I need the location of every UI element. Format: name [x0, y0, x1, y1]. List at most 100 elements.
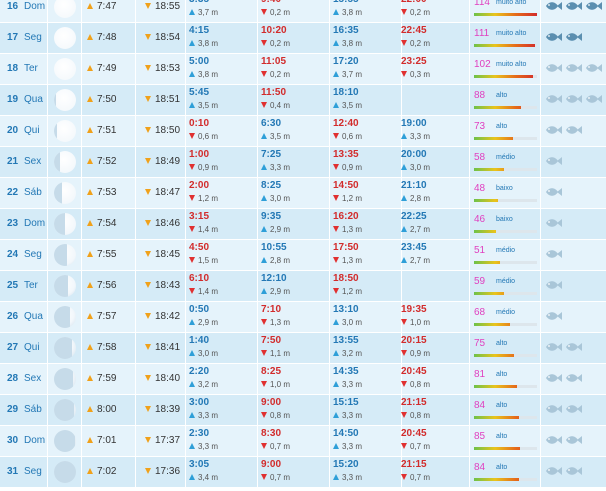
- sunrise-time: 7:02: [97, 466, 117, 477]
- high-tide-arrow-icon: [333, 474, 339, 480]
- day-row[interactable]: 18 Ter 7:49 18:53 5:00 3,8 m 11:05 0,2 m 17:20 3,…: [0, 54, 606, 84]
- tide-height-value: 1,2 m: [342, 194, 363, 203]
- day-row[interactable]: 19 Qua 7:50 18:51 5:45 3,5 m 11:50 0,4 m 18:10 3,…: [0, 85, 606, 115]
- tide-height: 1,1 m: [261, 348, 329, 360]
- coefficient-value: 114: [474, 0, 490, 8]
- tide-height-value: 1,3 m: [342, 256, 363, 265]
- day-row[interactable]: 25 Ter 7:56 18:43 6:10 1,4 m 12:10 2,9 m 18:50 1,…: [0, 271, 606, 301]
- coefficient-bar: [474, 478, 537, 481]
- coefficient-cell: 111 muito alto: [470, 23, 541, 53]
- coefficient-label: muito alto: [496, 30, 527, 37]
- tide-time: 12:10: [261, 273, 287, 284]
- tide-height-value: 3,0 m: [270, 194, 291, 203]
- tide-cell: 16:35 3,8 m: [330, 23, 402, 53]
- sunrise-time: 7:55: [97, 249, 117, 260]
- tide-height: 0,4 m: [261, 100, 329, 112]
- moon-shadow: [54, 306, 70, 328]
- tide-time: 15:20: [333, 459, 359, 470]
- tide-time: 21:10: [401, 180, 427, 191]
- day-row[interactable]: 22 Sáb 7:53 18:47 2:00 1,2 m 8:25 3,0 m 14:50 1,2…: [0, 178, 606, 208]
- tide-height-value: 2,7 m: [410, 225, 431, 234]
- low-tide-arrow-icon: [401, 350, 407, 356]
- fish-icon: [545, 434, 563, 446]
- day-row[interactable]: 20 Qui 7:51 18:50 0:10 0,6 m 6:30 3,5 m 12:40 0,6…: [0, 116, 606, 146]
- tide-cell: 15:553,8 m: [330, 0, 402, 22]
- day-row[interactable]: 28 Sex 7:59 18:40 2:20 3,2 m 8:25 1,0 m 14:35 3,3…: [0, 364, 606, 394]
- tide-height: 3,3 m: [333, 441, 401, 453]
- coefficient-label: alto: [496, 92, 508, 99]
- sunset-cell: 18:53: [136, 54, 186, 84]
- sunset-icon: [145, 251, 151, 257]
- weekday-label: Sáb: [24, 404, 42, 415]
- tide-height-value: 1,3 m: [342, 225, 363, 234]
- sunset-icon: [145, 34, 151, 40]
- low-tide-arrow-icon: [189, 164, 195, 170]
- day-row[interactable]: 17 Seg 7:48 18:54 4:15 3,8 m 10:20 0,2 m 16:35 3,…: [0, 23, 606, 53]
- coefficient-bar-fill: [474, 168, 504, 171]
- fishing-activity-cell: [541, 147, 606, 177]
- sunrise-cell: 7:48: [82, 23, 136, 53]
- tide-time: 12:40: [333, 118, 359, 129]
- day-row[interactable]: 27 Qui 7:58 18:41 1:40 3,0 m 7:50 1,1 m 13:55 3,2…: [0, 333, 606, 363]
- tide-cell: 8:25 1,0 m: [258, 364, 330, 394]
- low-tide-arrow-icon: [261, 71, 267, 77]
- moon-phase-icon: [54, 58, 76, 80]
- coefficient-value: 73: [474, 121, 486, 132]
- day-row[interactable]: 26 Qua 7:57 18:42 0:50 2,9 m 7:10 1,3 m 13:10 3,0…: [0, 302, 606, 332]
- moon-cell: [48, 0, 82, 22]
- fish-icon: [545, 248, 563, 260]
- coefficient-bar: [474, 13, 537, 16]
- tide-time: 23:25: [401, 56, 427, 67]
- coefficient-value: 59: [474, 276, 486, 287]
- sunset-cell: 18:51: [136, 85, 186, 115]
- tide-height-value: 3,7 m: [198, 8, 219, 17]
- fish-icon: [565, 124, 583, 136]
- low-tide-arrow-icon: [401, 71, 407, 77]
- tide-height-value: 1,0 m: [270, 380, 291, 389]
- coefficient-bar-fill: [474, 385, 517, 388]
- fish-icon: [565, 465, 583, 477]
- weekday-label: Dom: [24, 218, 46, 229]
- weekday-label: Sex: [24, 156, 42, 167]
- high-tide-arrow-icon: [189, 381, 195, 387]
- tide-height-value: 2,9 m: [198, 318, 219, 327]
- day-row[interactable]: 21 Sex 7:52 18:49 1:00 0,9 m 7:25 3,3 m 13:35 0,9…: [0, 147, 606, 177]
- high-tide-arrow-icon: [401, 226, 407, 232]
- tide-cell: 9:35 2,9 m: [258, 209, 330, 239]
- day-row[interactable]: 30 Dom 7:01 17:37 2:30 3,3 m 8:30 0,7 m 14:50 3,3…: [0, 426, 606, 456]
- high-tide-arrow-icon: [333, 412, 339, 418]
- weekday-label: Seg: [24, 249, 42, 260]
- tide-cell: 17:50 1,3 m: [330, 240, 402, 270]
- day-row[interactable]: 29 Sáb 8:00 18:39 3:00 3,3 m 9:00 0,8 m 15:15 3,3…: [0, 395, 606, 425]
- tide-time: 19:35: [401, 304, 427, 315]
- tide-time: 10:20: [261, 25, 287, 36]
- tide-cell: 7:50 1,1 m: [258, 333, 330, 363]
- tide-height: 0,9 m: [333, 162, 401, 174]
- sunset-icon: [145, 282, 151, 288]
- coefficient-value: 85: [474, 431, 486, 442]
- fish-icon: [545, 155, 563, 167]
- tide-height: 3,0 m: [333, 317, 401, 329]
- tide-cell: 18:50 1,2 m: [330, 271, 402, 301]
- moon-shadow: [54, 430, 75, 452]
- low-tide-arrow-icon: [401, 319, 407, 325]
- day-row[interactable]: 24 Seg 7:55 18:45 4:50 1,5 m 10:55 2,8 m 17:50 1,…: [0, 240, 606, 270]
- sunrise-time: 7:51: [97, 125, 117, 136]
- tide-time: 20:45: [401, 366, 427, 377]
- sunrise-cell: 7:49: [82, 54, 136, 84]
- tide-height-value: 0,3 m: [410, 70, 431, 79]
- coefficient-bar: [474, 261, 537, 264]
- high-tide-arrow-icon: [261, 195, 267, 201]
- tide-time: 4:50: [189, 242, 210, 253]
- day-row[interactable]: 16Dom7:4718:553:353,7 m9:400,2 m15:553,8…: [0, 0, 606, 22]
- coefficient-cell: 88 alto: [470, 85, 541, 115]
- day-row[interactable]: 31 Seg 7:02 17:36 3:05 3,4 m 9:00 0,7 m 15:20 3,3…: [0, 457, 606, 487]
- high-tide-arrow-icon: [189, 102, 195, 108]
- sunset-time: 18:41: [155, 342, 181, 353]
- tide-time: 11:50: [261, 87, 287, 98]
- tide-height: 1,3 m: [261, 317, 329, 329]
- day-row[interactable]: 23 Dom 7:54 18:46 3:15 1,4 m 9:35 2,9 m 16:20 1,3…: [0, 209, 606, 239]
- tide-height: 3,8 m: [333, 38, 401, 50]
- coefficient-bar: [474, 447, 537, 450]
- coefficient-cell: 51 médio: [470, 240, 541, 270]
